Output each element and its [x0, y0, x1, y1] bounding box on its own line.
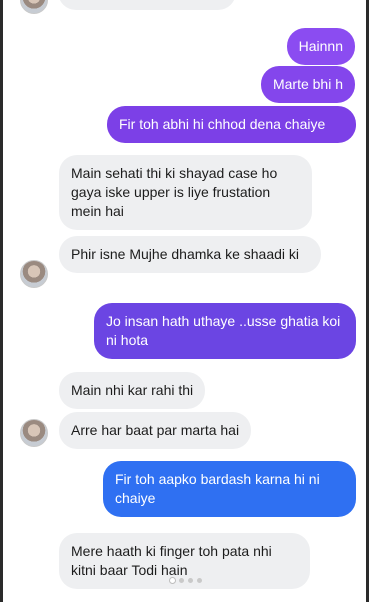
carousel-dot: [197, 578, 202, 583]
incoming-message[interactable]: Arre har baat par marta hai: [59, 412, 252, 449]
contact-avatar[interactable]: [20, 419, 48, 447]
incoming-message[interactable]: Main nhi kar rahi thi: [59, 372, 206, 409]
chat-thread: Hainnn Marte bhi h Fir toh abhi hi chhod…: [0, 0, 369, 602]
outgoing-message[interactable]: Jo insan hath uthaye ..usse ghatia koi n…: [94, 303, 356, 359]
carousel-dot-active: [170, 578, 175, 583]
contact-avatar[interactable]: [20, 260, 48, 288]
outgoing-message[interactable]: Fir toh abhi hi chhod dena chaiye: [107, 106, 356, 143]
incoming-message[interactable]: Phir isne Mujhe dhamka ke shaadi ki: [59, 236, 321, 273]
outgoing-message[interactable]: Fir toh aapko bardash karna hi ni chaiye: [103, 461, 356, 517]
carousel-indicator: [170, 578, 202, 583]
outgoing-message[interactable]: Hainnn: [286, 28, 355, 65]
incoming-message-partial: [58, 0, 236, 10]
incoming-message[interactable]: Main sehati thi ki shayad case ho gaya i…: [59, 155, 312, 230]
outgoing-message[interactable]: Marte bhi h: [260, 66, 355, 103]
carousel-dot: [179, 578, 184, 583]
contact-avatar[interactable]: [20, 0, 48, 14]
carousel-dot: [188, 578, 193, 583]
